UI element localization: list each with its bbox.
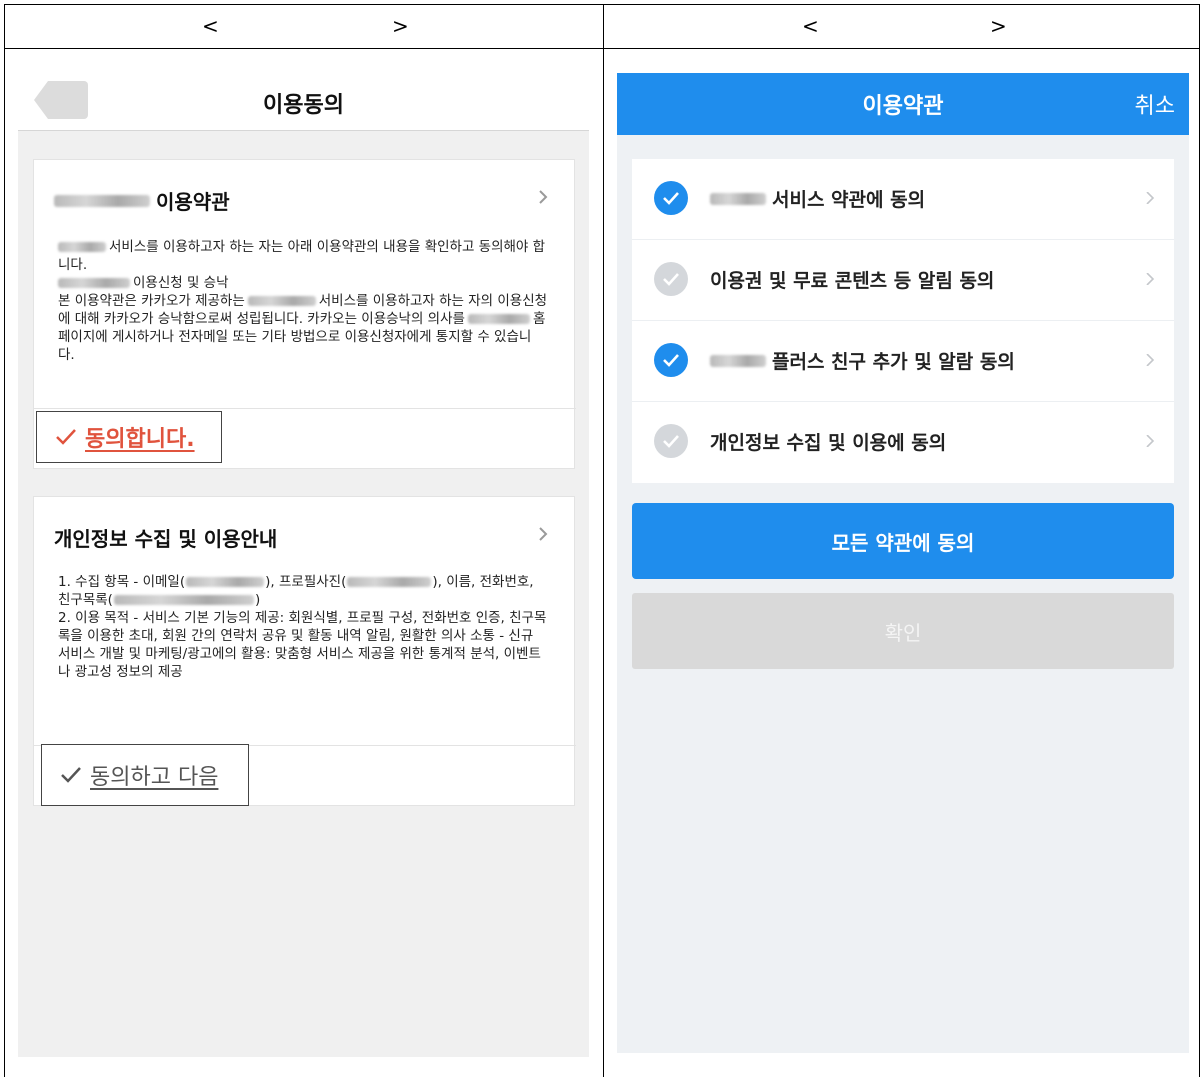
chevron-right-icon — [1146, 435, 1155, 447]
frame-divider — [603, 4, 604, 1077]
privacy-card-footer: 동의하고 다음 — [34, 744, 576, 806]
left-header: 이용동의 — [18, 73, 589, 131]
agreement-item-label: 이용권 및 무료 콘텐츠 등 알림 동의 — [710, 270, 995, 292]
agreement-item[interactable]: 개인정보 수집 및 이용에 동의 — [632, 402, 1174, 483]
right-screen: 이용약관 취소 서비스 약관에 동의 이용권 및 무료 콘텐츠 등 알림 동의 — [617, 73, 1189, 1053]
privacy-card-title[interactable]: 개인정보 수집 및 이용안내 — [54, 523, 277, 552]
page-title: 이용동의 — [263, 93, 344, 118]
page-title: 이용약관 — [862, 94, 944, 119]
agree-next-button[interactable]: 동의하고 다음 — [41, 744, 249, 806]
caption-next-right: > — [990, 14, 1007, 38]
chevron-right-icon[interactable] — [536, 527, 550, 541]
agreement-item[interactable]: 이용권 및 무료 콘텐츠 등 알림 동의 — [632, 240, 1174, 321]
agree-button[interactable]: 동의합니다. — [36, 411, 222, 463]
caption-prev-right: < — [802, 14, 819, 38]
blurred-service-name — [54, 194, 150, 207]
chevron-right-icon — [1146, 192, 1155, 204]
agreement-list: 서비스 약관에 동의 이용권 및 무료 콘텐츠 등 알림 동의 플러스 친구 추… — [632, 159, 1174, 483]
left-screen: 이용동의 이용약관 서비스를 이용하고자 하는 자는 아래 이용약관의 내용을 … — [18, 73, 589, 1057]
agreement-item-label: 개인정보 수집 및 이용에 동의 — [710, 432, 947, 454]
privacy-body: 1. 수집 항목 - 이메일(), 프로필사진(), 이름, 전화번호, 친구목… — [58, 574, 547, 680]
terms-card-footer: 동의합니다. — [34, 408, 576, 468]
check-circle-icon[interactable] — [654, 262, 688, 296]
check-icon — [61, 767, 81, 783]
right-header: 이용약관 취소 — [617, 73, 1189, 135]
check-icon — [56, 429, 76, 445]
agreement-item[interactable]: 플러스 친구 추가 및 알람 동의 — [632, 321, 1174, 402]
privacy-card: 개인정보 수집 및 이용안내 1. 수집 항목 - 이메일(), 프로필사진()… — [33, 496, 576, 806]
agree-all-button[interactable]: 모든 약관에 동의 — [632, 503, 1174, 579]
agreement-item-label: 플러스 친구 추가 및 알람 동의 — [710, 347, 1015, 374]
agreement-item[interactable]: 서비스 약관에 동의 — [632, 159, 1174, 240]
chevron-right-icon — [1146, 354, 1155, 366]
cancel-button[interactable]: 취소 — [1135, 88, 1175, 120]
terms-card-title[interactable]: 이용약관 — [54, 186, 230, 215]
agree-next-label: 동의하고 다음 — [90, 765, 219, 790]
chevron-right-icon — [1146, 273, 1155, 285]
check-circle-icon[interactable] — [654, 424, 688, 458]
terms-card: 이용약관 서비스를 이용하고자 하는 자는 아래 이용약관의 내용을 확인하고 … — [33, 159, 576, 469]
terms-body: 서비스를 이용하고자 하는 자는 아래 이용약관의 내용을 확인하고 동의해야 … — [58, 239, 548, 363]
check-circle-icon[interactable] — [654, 181, 688, 215]
chevron-right-icon[interactable] — [536, 190, 550, 204]
agree-label: 동의합니다. — [85, 427, 195, 452]
caption-prev-left: < — [202, 14, 219, 38]
frame-divider — [4, 48, 1200, 49]
check-circle-icon[interactable] — [654, 343, 688, 377]
agreement-item-label: 서비스 약관에 동의 — [710, 185, 925, 212]
confirm-button[interactable]: 확인 — [632, 593, 1174, 669]
caption-next-left: > — [392, 14, 409, 38]
